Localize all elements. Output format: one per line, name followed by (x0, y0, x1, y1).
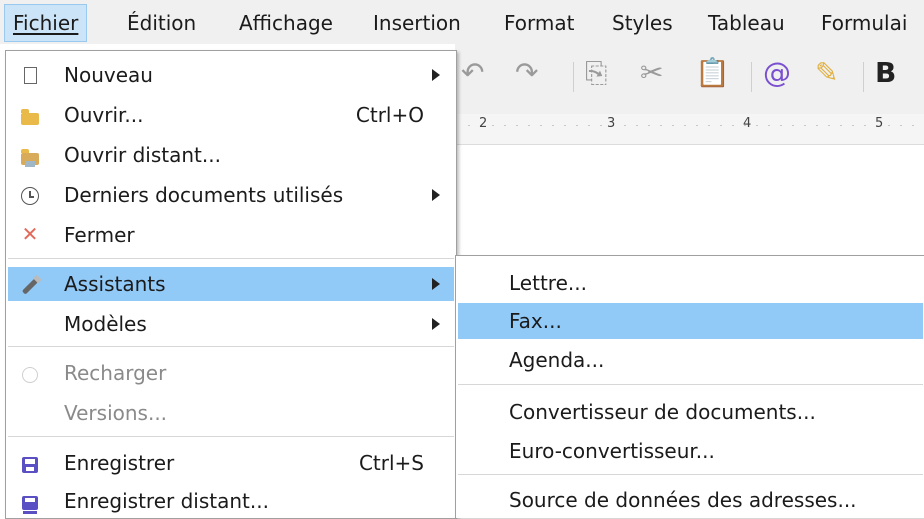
submenu-item-lettre[interactable]: Lettre... (458, 265, 923, 301)
menu-item-ouvrir[interactable]: Ouvrir... Ctrl+O (8, 98, 454, 132)
copy-icon[interactable]: ⎘ (585, 56, 607, 90)
menu-format[interactable]: Format (496, 5, 582, 41)
menu-insertion[interactable]: Insertion (365, 5, 469, 41)
ruler-number: 2 (479, 116, 488, 131)
menu-item-nouveau[interactable]: Nouveau (8, 58, 454, 92)
save-icon (18, 448, 42, 476)
menu-item-label: Modèles (64, 312, 147, 336)
menu-separator (458, 384, 923, 385)
open-remote-icon (18, 140, 42, 168)
menu-item-enregistrer-distant[interactable]: Enregistrer distant... (8, 484, 454, 518)
menu-item-recharger: Recharger (8, 356, 454, 390)
file-menu: Nouveau Ouvrir... Ctrl+O Ouvrir distant.… (5, 50, 457, 519)
horizontal-ruler[interactable]: 2 3 4 5 (455, 114, 924, 145)
paste-icon[interactable]: 📋 (695, 56, 730, 89)
menu-separator (8, 258, 454, 259)
submenu-arrow-icon (432, 278, 440, 290)
toolbar-separator (863, 62, 864, 92)
menu-item-versions: Versions... (8, 396, 454, 430)
submenu-item-source-donnees[interactable]: Source de données des adresses... (458, 482, 923, 518)
recent-clock-icon (18, 180, 42, 208)
submenu-item-agenda[interactable]: Agenda... (458, 342, 923, 378)
new-document-icon (18, 60, 42, 88)
ruler-number: 4 (743, 116, 752, 131)
menu-item-label: Ouvrir distant... (64, 143, 221, 167)
menu-item-label: Ouvrir... (64, 103, 144, 127)
submenu-arrow-icon (432, 69, 440, 81)
submenu-item-label: Convertisseur de documents... (509, 400, 816, 424)
menu-item-label: Versions... (64, 401, 168, 425)
standard-toolbar: ↶ ↷ ⎘ ✂ 📋 @ ✎ B (455, 44, 924, 114)
menu-item-label: Derniers documents utilisés (64, 183, 344, 207)
submenu-arrow-icon (432, 318, 440, 330)
menu-item-label: Nouveau (64, 63, 153, 87)
menu-item-label: Enregistrer (64, 451, 175, 475)
menu-affichage[interactable]: Affichage (231, 5, 341, 41)
close-icon: ✕ (21, 222, 39, 246)
bold-icon[interactable]: B (875, 56, 896, 89)
ruler-number: 5 (875, 116, 884, 131)
menu-shortcut: Ctrl+S (358, 451, 424, 475)
cut-icon[interactable]: ✂ (640, 56, 663, 89)
toolbar-separator (573, 62, 574, 92)
menu-item-label: Enregistrer distant... (64, 489, 269, 513)
wizards-submenu: Lettre... Fax... Agenda... Convertisseur… (455, 255, 924, 518)
ruler-ticks (463, 124, 924, 126)
submenu-item-euro-convertisseur[interactable]: Euro-convertisseur... (458, 433, 923, 469)
submenu-item-label: Agenda... (509, 348, 605, 372)
find-replace-icon[interactable]: @ (763, 56, 791, 89)
submenu-item-label: Lettre... (509, 271, 587, 295)
menu-bar: Fichier Édition Affichage Insertion Form… (0, 0, 924, 44)
submenu-item-label: Source de données des adresses... (509, 488, 857, 512)
menu-separator (458, 474, 923, 475)
menu-item-derniers-documents[interactable]: Derniers documents utilisés (8, 178, 454, 212)
ruler-number: 3 (607, 116, 616, 131)
submenu-item-convertisseur-documents[interactable]: Convertisseur de documents... (458, 394, 923, 430)
menu-formulaire[interactable]: Formulai (813, 5, 915, 41)
wizard-wand-icon (18, 269, 42, 297)
save-remote-icon (18, 486, 42, 514)
menu-tableau[interactable]: Tableau (700, 5, 793, 41)
clone-formatting-icon[interactable]: ✎ (815, 56, 838, 89)
menu-shortcut: Ctrl+O (355, 103, 424, 127)
menu-item-fermer[interactable]: ✕ Fermer (8, 218, 454, 252)
submenu-item-label: Fax... (509, 309, 562, 333)
toolbar-separator (751, 62, 752, 92)
menu-item-label: Assistants (64, 272, 166, 296)
redo-icon[interactable]: ↷ (515, 56, 538, 89)
menu-styles[interactable]: Styles (604, 5, 681, 41)
menu-item-assistants[interactable]: Assistants (8, 267, 454, 301)
menu-item-label: Recharger (64, 361, 167, 385)
submenu-arrow-icon (432, 189, 440, 201)
menu-item-label: Fermer (64, 223, 135, 247)
reload-icon (18, 358, 42, 386)
undo-icon[interactable]: ↶ (461, 56, 484, 89)
menu-separator (8, 436, 454, 437)
menu-item-ouvrir-distant[interactable]: Ouvrir distant... (8, 138, 454, 172)
menu-item-enregistrer[interactable]: Enregistrer Ctrl+S (8, 446, 454, 480)
menu-fichier[interactable]: Fichier (4, 4, 88, 42)
menu-edition[interactable]: Édition (119, 5, 204, 41)
menu-separator (8, 346, 454, 347)
submenu-item-label: Euro-convertisseur... (509, 439, 715, 463)
document-page[interactable] (455, 145, 924, 255)
menu-item-modeles[interactable]: Modèles (8, 307, 454, 341)
submenu-item-fax[interactable]: Fax... (458, 303, 923, 339)
open-folder-icon (18, 100, 42, 128)
